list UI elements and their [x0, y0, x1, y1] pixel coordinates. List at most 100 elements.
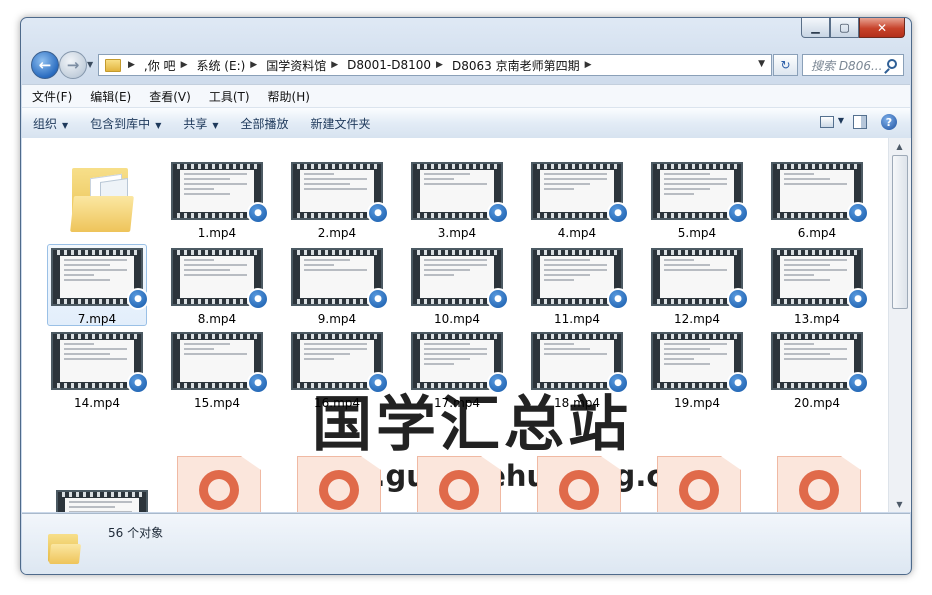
mp4-file-item[interactable]	[529, 456, 629, 512]
video-item[interactable]: ● 3.mp4	[407, 162, 509, 240]
chevron-down-icon: ▼	[155, 120, 162, 130]
include-library-button[interactable]: 包含到库中 ▼	[79, 115, 172, 132]
search-input[interactable]: 搜索 D806...	[802, 54, 904, 76]
mp4-file-item[interactable]	[289, 456, 389, 512]
mp4-file-item[interactable]	[169, 456, 269, 512]
breadcrumb-current[interactable]: D8063 京南老师第四期	[446, 57, 582, 74]
breadcrumb-drive[interactable]: 系统 (E:)	[190, 57, 247, 74]
video-thumbnail: ●	[411, 162, 509, 224]
new-folder-button[interactable]: 新建文件夹	[300, 115, 382, 132]
view-dropdown[interactable]: ▼	[838, 116, 844, 125]
video-item-partial[interactable]	[52, 490, 152, 512]
address-bar[interactable]: ▶ ,你 吧 ▶ 系统 (E:) ▶ 国学资料馆 ▶ D8001-D8100 ▶…	[98, 54, 772, 76]
vertical-scrollbar[interactable]: ▲ ▼	[888, 138, 911, 512]
video-item[interactable]: ● 20.mp4	[767, 332, 869, 410]
video-item[interactable]: ● 8.mp4	[167, 248, 269, 326]
media-player-icon: ●	[847, 202, 869, 224]
back-button[interactable]: ←	[31, 51, 59, 79]
change-view-icon[interactable]	[820, 116, 834, 128]
menu-view[interactable]: 查看(V)	[141, 88, 199, 105]
media-player-icon: ●	[367, 372, 389, 394]
share-button[interactable]: 共享 ▼	[172, 115, 229, 132]
video-thumbnail: ●	[171, 332, 269, 394]
video-thumbnail: ●	[531, 162, 629, 224]
mp4-file-item[interactable]	[649, 456, 749, 512]
refresh-button[interactable]: ↻	[773, 54, 798, 76]
video-item[interactable]: ● 9.mp4	[287, 248, 389, 326]
item-label: 5.mp4	[677, 226, 717, 240]
breadcrumb-separator[interactable]: ▶	[247, 60, 260, 70]
video-item[interactable]: ● 16.mp4	[287, 332, 389, 410]
menu-edit[interactable]: 编辑(E)	[82, 88, 139, 105]
video-thumbnail: ●	[171, 248, 269, 310]
video-item[interactable]: ● 14.mp4	[47, 332, 149, 410]
explorer-window: ▁ ▢ ✕ ← → ▼ ▶ ,你 吧 ▶ 系统 (E:) ▶ 国学资料馆 ▶ D…	[20, 17, 912, 575]
breadcrumb-range[interactable]: D8001-D8100	[341, 58, 433, 72]
breadcrumb-root[interactable]: ,你 吧	[138, 57, 178, 74]
video-item[interactable]: ● 17.mp4	[407, 332, 509, 410]
details-pane: 56 个对象	[22, 513, 910, 574]
play-all-button[interactable]: 全部播放	[230, 115, 300, 132]
video-item[interactable]: ● 2.mp4	[287, 162, 389, 240]
video-item[interactable]: ● 7.mp4	[47, 244, 149, 326]
breadcrumb-library[interactable]: 国学资料馆	[260, 57, 328, 74]
video-item[interactable]: ● 1.mp4	[167, 162, 269, 240]
video-thumbnail: ●	[411, 332, 509, 394]
help-icon[interactable]: ?	[881, 114, 897, 130]
video-thumbnail: ●	[531, 332, 629, 394]
video-item[interactable]: ● 4.mp4	[527, 162, 629, 240]
video-item[interactable]: ● 10.mp4	[407, 248, 509, 326]
chevron-down-icon: ▼	[212, 120, 219, 130]
mp4-file-item[interactable]	[409, 456, 509, 512]
item-label: 4.mp4	[557, 226, 597, 240]
breadcrumb-separator[interactable]: ▶	[125, 60, 138, 70]
video-item[interactable]: ● 13.mp4	[767, 248, 869, 326]
breadcrumb-separator[interactable]: ▶	[328, 60, 341, 70]
preview-pane-icon[interactable]	[853, 115, 867, 129]
recent-pages-dropdown[interactable]: ▼	[87, 60, 93, 69]
video-thumbnail: ●	[771, 248, 869, 310]
organize-button[interactable]: 组织 ▼	[22, 115, 79, 132]
video-item[interactable]: ● 11.mp4	[527, 248, 629, 326]
media-player-icon: ●	[127, 372, 149, 394]
file-list: 文档 国学汇总站 www.guoxuehuizong.com ●1.mp4●2.…	[22, 138, 888, 512]
menu-tools[interactable]: 工具(T)	[201, 88, 258, 105]
item-label: 18.mp4	[553, 396, 601, 410]
video-item[interactable]: ● 19.mp4	[647, 332, 749, 410]
address-dropdown[interactable]: ▼	[758, 59, 765, 69]
media-player-icon: ●	[247, 202, 269, 224]
media-player-icon: ●	[727, 202, 749, 224]
video-item[interactable]: ● 18.mp4	[527, 332, 629, 410]
forward-button[interactable]: →	[59, 51, 87, 79]
scroll-up-arrow-icon[interactable]: ▲	[889, 138, 910, 154]
menu-help[interactable]: 帮助(H)	[260, 88, 318, 105]
folder-icon	[105, 58, 121, 72]
scroll-thumb[interactable]	[892, 155, 908, 309]
mp4-file-icon	[777, 456, 861, 512]
close-button[interactable]: ✕	[859, 18, 905, 38]
breadcrumb-separator[interactable]: ▶	[433, 60, 446, 70]
scroll-down-arrow-icon[interactable]: ▼	[889, 496, 910, 512]
media-player-icon: ●	[127, 288, 149, 310]
video-item[interactable]: ● 5.mp4	[647, 162, 749, 240]
item-label: 20.mp4	[793, 396, 841, 410]
video-thumbnail: ●	[291, 162, 389, 224]
mp4-file-icon	[297, 456, 381, 512]
video-thumbnail	[56, 490, 148, 512]
item-label: 10.mp4	[433, 312, 481, 326]
maximize-button[interactable]: ▢	[830, 18, 859, 38]
folder-icon	[48, 534, 82, 564]
mp4-file-item[interactable]	[769, 456, 869, 512]
minimize-button[interactable]: ▁	[801, 18, 830, 38]
video-thumbnail: ●	[651, 248, 749, 310]
video-item[interactable]: ● 12.mp4	[647, 248, 749, 326]
menu-file[interactable]: 文件(F)	[24, 88, 80, 105]
breadcrumb-separator[interactable]: ▶	[582, 60, 595, 70]
video-item[interactable]: ● 6.mp4	[767, 162, 869, 240]
video-item[interactable]: ● 15.mp4	[167, 332, 269, 410]
search-icon[interactable]	[887, 59, 897, 69]
mp4-file-icon	[417, 456, 501, 512]
video-thumbnail: ●	[771, 332, 869, 394]
breadcrumb-separator[interactable]: ▶	[178, 60, 191, 70]
item-label: 7.mp4	[77, 312, 117, 326]
